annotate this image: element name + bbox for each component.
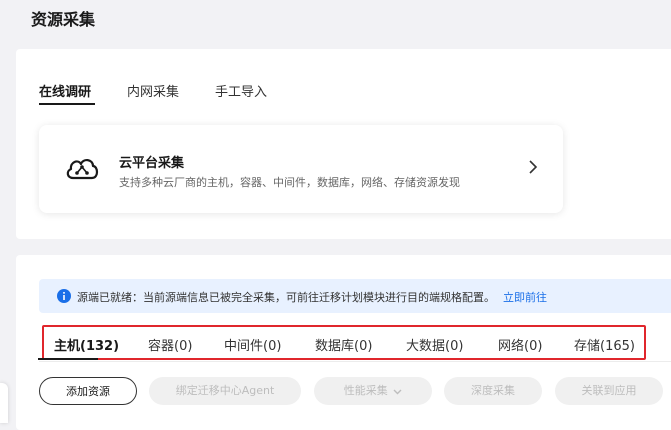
tab-storage[interactable]: 存储(165)	[574, 335, 635, 354]
bind-agent-button[interactable]: 绑定迁移中心Agent	[149, 377, 301, 405]
notice-text-line: 源端已就绪：当前源端信息已被完全采集，可前往迁移计划模块进行目的端规格配置。 立即…	[77, 289, 547, 305]
link-to-app-button[interactable]: 关联到应用	[555, 377, 663, 405]
tab-online-survey[interactable]: 在线调研	[39, 81, 91, 100]
tab-container[interactable]: 容器(0)	[148, 335, 192, 354]
active-tab-indicator	[39, 103, 95, 105]
notice-message: 源端已就绪：当前源端信息已被完全采集，可前往迁移计划模块进行目的端规格配置。	[77, 291, 495, 304]
performance-collect-button[interactable]: 性能采集	[314, 377, 432, 405]
cloud-share-icon	[66, 159, 99, 180]
performance-collect-label: 性能采集	[343, 384, 388, 397]
cloud-card-description: 支持多种云厂商的主机，容器、中间件，数据库，网络、存储资源发现	[119, 176, 460, 189]
cloud-platform-collect-card[interactable]: 云平台采集 支持多种云厂商的主机，容器、中间件，数据库，网络、存储资源发现	[39, 125, 563, 213]
go-now-link[interactable]: 立即前往	[503, 291, 547, 304]
cloud-card-title: 云平台采集	[119, 156, 185, 171]
tab-manual-import[interactable]: 手工导入	[215, 81, 267, 100]
add-resource-button[interactable]: 添加资源	[39, 377, 137, 405]
tab-database[interactable]: 数据库(0)	[315, 335, 372, 354]
active-resource-tab-indicator	[38, 358, 98, 360]
source-ready-notice: 源端已就绪：当前源端信息已被完全采集，可前往迁移计划模块进行目的端规格配置。 立即…	[39, 279, 671, 313]
collapsed-side-panel-handle[interactable]	[0, 383, 8, 423]
info-icon	[57, 289, 71, 303]
page-title: 资源采集	[31, 10, 96, 29]
resource-list-card: 源端已就绪：当前源端信息已被完全采集，可前往迁移计划模块进行目的端规格配置。 立即…	[16, 255, 671, 430]
resource-type-tabs: 主机(132) 容器(0) 中间件(0) 数据库(0) 大数据(0) 网络(0)…	[42, 325, 646, 360]
tab-intranet-collect[interactable]: 内网采集	[127, 81, 179, 100]
deep-collect-button[interactable]: 深度采集	[444, 377, 542, 405]
chevron-down-icon	[393, 389, 402, 394]
tab-network[interactable]: 网络(0)	[498, 335, 542, 354]
tab-host[interactable]: 主机(132)	[54, 335, 119, 354]
tabs-divider	[39, 361, 671, 362]
tab-big-data[interactable]: 大数据(0)	[406, 335, 463, 354]
chevron-right-icon[interactable]	[528, 160, 538, 174]
tab-middleware[interactable]: 中间件(0)	[224, 335, 281, 354]
collection-method-card: 在线调研 内网采集 手工导入 云平台采集 支持多种云厂商的主机，容器、中间件，数…	[16, 49, 671, 239]
